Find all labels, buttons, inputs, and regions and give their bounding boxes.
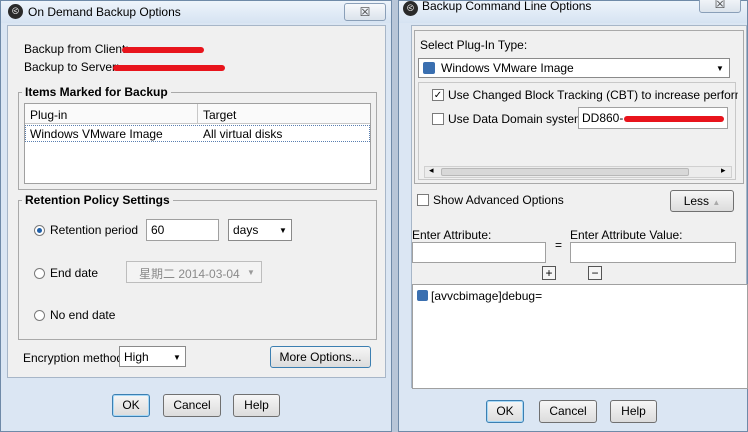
list-item[interactable]: [avvcbimage]debug=	[415, 288, 615, 304]
retention-unit-select[interactable]: days ▼	[228, 219, 292, 241]
plus-icon: +	[545, 266, 553, 280]
no-end-date-label: No end date	[50, 308, 116, 322]
scroll-thumb[interactable]	[441, 168, 689, 176]
plugin-type-value: Windows VMware Image	[441, 61, 574, 75]
close-button[interactable]: ☒	[344, 3, 386, 21]
column-header-target[interactable]: Target	[203, 108, 236, 122]
backup-from-label: Backup from Client:	[24, 42, 129, 56]
encryption-method-value: High	[124, 350, 149, 364]
cancel-button[interactable]: Cancel	[539, 400, 597, 423]
cbt-checkbox[interactable]: ✓	[432, 89, 444, 101]
ok-button[interactable]: OK	[486, 400, 524, 423]
column-header-plugin[interactable]: Plug-in	[30, 108, 67, 122]
encryption-method-select[interactable]: High ▼	[119, 346, 186, 367]
scroll-left-icon[interactable]: ◂	[429, 165, 434, 176]
retention-period-value: 60	[151, 223, 165, 237]
backup-command-line-window: ⧀ Backup Command Line Options ☒ Select P…	[398, 0, 748, 432]
dialog-content: Select Plug-In Type: Windows VMware Imag…	[411, 25, 748, 389]
table-header: Plug-in Target	[25, 104, 370, 124]
backup-to-label: Backup to Server:	[24, 60, 120, 74]
vmware-plugin-icon	[423, 62, 435, 74]
remove-attribute-button[interactable]: −	[588, 266, 602, 280]
chevron-up-icon: ▲	[712, 198, 721, 207]
column-divider	[197, 104, 198, 124]
show-advanced-label: Show Advanced Options	[433, 193, 564, 207]
horizontal-scrollbar[interactable]: ◂ ▸	[424, 165, 732, 178]
retention-period-input[interactable]: 60	[146, 219, 219, 241]
equals-sign: =	[555, 238, 563, 252]
cell-plugin: Windows VMware Image	[30, 127, 163, 141]
end-date-picker[interactable]: 星期二 2014-03-04 ▼	[126, 261, 262, 283]
redacted-data-domain	[624, 116, 724, 122]
cancel-button[interactable]: Cancel	[163, 394, 221, 417]
plugin-type-select[interactable]: Windows VMware Image ▼	[418, 58, 730, 78]
more-options-button[interactable]: More Options...	[270, 346, 371, 368]
list-item-label: [avvcbimage]debug=	[431, 289, 543, 303]
window-title: On Demand Backup Options	[28, 5, 181, 19]
minus-icon: −	[591, 266, 599, 280]
end-date-radio[interactable]	[34, 268, 45, 279]
app-icon: ⧀	[8, 4, 23, 19]
retention-policy-legend: Retention Policy Settings	[22, 193, 173, 207]
retention-unit-value: days	[233, 223, 259, 237]
data-domain-input[interactable]: DD860-	[578, 107, 728, 129]
attribute-list[interactable]: [avvcbimage]debug=	[412, 284, 748, 389]
attribute-value-input[interactable]	[570, 242, 736, 263]
no-end-date-radio[interactable]	[34, 310, 45, 321]
scroll-right-icon[interactable]: ▸	[721, 165, 726, 176]
backup-items-table[interactable]: Plug-in Target Windows VMware Image All …	[24, 103, 371, 184]
close-icon: ☒	[714, 0, 726, 11]
select-plugin-label: Select Plug-In Type:	[420, 38, 528, 52]
items-marked-legend: Items Marked for Backup	[22, 85, 171, 99]
ok-button[interactable]: OK	[112, 394, 150, 417]
show-advanced-checkbox[interactable]	[417, 194, 429, 206]
attribute-input[interactable]	[412, 242, 546, 263]
encryption-method-label: Encryption method	[23, 351, 124, 365]
dialog-content: Backup from Client: Backup to Server: It…	[7, 25, 386, 378]
cbt-label: Use Changed Block Tracking (CBT) to incr…	[448, 88, 738, 102]
plugin-icon	[417, 290, 428, 301]
add-attribute-button[interactable]: +	[542, 266, 556, 280]
redacted-server-name	[113, 65, 225, 71]
window-title: Backup Command Line Options	[422, 0, 592, 13]
end-date-value: 星期二 2014-03-04	[139, 267, 240, 281]
redacted-client-name	[122, 47, 204, 53]
chevron-down-icon: ▼	[279, 226, 287, 235]
retention-period-label: Retention period	[50, 223, 139, 237]
app-icon: ⧀	[403, 1, 418, 16]
less-button[interactable]: Less ▲	[670, 190, 734, 212]
chevron-down-icon: ▼	[173, 353, 181, 362]
chevron-down-icon: ▼	[716, 64, 724, 73]
data-domain-label: Use Data Domain system	[448, 112, 585, 126]
on-demand-backup-window: ⧀ On Demand Backup Options ☒ Backup from…	[0, 0, 392, 432]
close-icon: ☒	[359, 5, 371, 19]
enter-value-label: Enter Attribute Value:	[570, 228, 683, 242]
less-label: Less	[683, 194, 710, 208]
close-button[interactable]: ☒	[699, 0, 741, 13]
cell-target: All virtual disks	[203, 127, 283, 141]
table-row[interactable]: Windows VMware Image All virtual disks	[25, 125, 370, 142]
enter-attribute-label: Enter Attribute:	[412, 228, 492, 242]
data-domain-value: DD860-	[582, 111, 624, 125]
end-date-label: End date	[50, 266, 99, 280]
help-button[interactable]: Help	[233, 394, 280, 417]
data-domain-checkbox[interactable]	[432, 113, 444, 125]
chevron-down-icon: ▼	[247, 268, 255, 277]
retention-period-radio[interactable]	[34, 225, 45, 236]
help-button[interactable]: Help	[610, 400, 657, 423]
